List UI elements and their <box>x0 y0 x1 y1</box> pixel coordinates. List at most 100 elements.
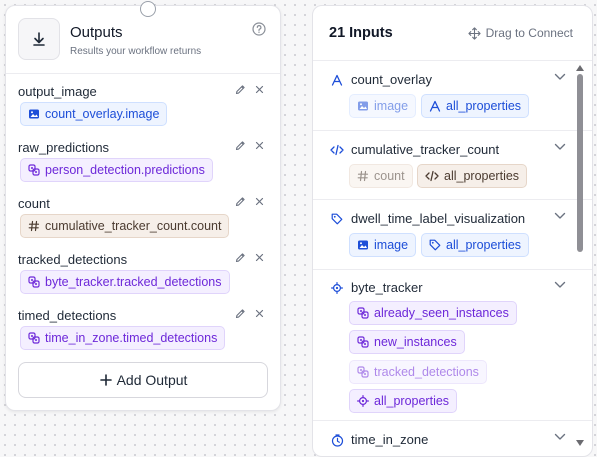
close-icon[interactable] <box>255 141 264 150</box>
chevron-down-icon[interactable] <box>554 73 566 81</box>
plus-icon <box>99 374 112 386</box>
link-icon <box>357 336 369 348</box>
input-property-chip[interactable]: image <box>349 233 417 257</box>
input-group-name: byte_tracker <box>351 280 423 295</box>
scrollbar-thumb[interactable] <box>577 74 583 252</box>
link-icon <box>28 332 40 344</box>
output-name: tracked_detections <box>18 252 128 267</box>
group-divider <box>313 269 592 270</box>
image-icon <box>28 108 40 120</box>
output-name: output_image <box>18 84 97 99</box>
target-icon <box>329 280 345 296</box>
input-property-label: tracked_detections <box>374 365 479 379</box>
input-property-chip[interactable]: already_seen_instances <box>349 301 517 325</box>
input-group-header[interactable]: dwell_time_label_visualization <box>329 209 566 229</box>
output-actions <box>235 196 264 207</box>
output-source-chip[interactable]: time_in_zone.timed_detections <box>20 326 226 350</box>
drag-hint-label: Drag to Connect <box>485 26 573 40</box>
add-output-button[interactable]: Add Output <box>18 362 268 398</box>
output-actions <box>235 252 264 263</box>
edit-icon[interactable] <box>235 84 246 95</box>
input-property-chip[interactable]: tracked_detections <box>349 360 487 384</box>
inputs-title: 21 Inputs <box>329 25 393 41</box>
output-source-label: person_detection.predictions <box>45 163 205 177</box>
input-property-chip[interactable]: count <box>349 164 413 188</box>
inputs-panel: 21 Inputs Drag to Connect count_overlayi… <box>312 5 593 457</box>
tag-icon <box>329 211 345 227</box>
input-group-header[interactable]: cumulative_tracker_count <box>329 140 566 160</box>
output-source-label: byte_tracker.tracked_detections <box>45 275 222 289</box>
input-property-chip[interactable]: image <box>349 94 417 118</box>
header-divider <box>6 73 280 74</box>
input-property-chip[interactable]: all_properties <box>349 389 458 413</box>
group-divider <box>313 420 592 421</box>
code-icon <box>329 142 345 158</box>
edit-icon[interactable] <box>235 140 246 151</box>
timer-icon <box>329 432 345 448</box>
output-source-chip[interactable]: byte_tracker.tracked_detections <box>20 270 230 294</box>
input-group-header[interactable]: time_in_zone <box>329 430 566 450</box>
outputs-title: Outputs <box>70 24 123 41</box>
link-icon <box>28 164 40 176</box>
output-item: tracked_detections byte_tracker.tracked_d… <box>18 252 268 304</box>
input-property-chip[interactable]: new_instances <box>349 330 465 354</box>
input-property-label: new_instances <box>374 335 457 349</box>
input-property-label: all_properties <box>446 238 522 252</box>
group-divider <box>313 199 592 200</box>
input-group-name: dwell_time_label_visualization <box>351 211 526 226</box>
add-output-label: Add Output <box>116 372 188 388</box>
input-group-header[interactable]: count_overlay <box>329 70 566 90</box>
output-item: raw_predictions person_detection.predicti… <box>18 140 268 192</box>
input-property-label: all_properties <box>374 394 450 408</box>
input-property-chip[interactable]: all_properties <box>417 164 528 188</box>
input-property-label: all_properties <box>446 99 522 113</box>
input-group-name: cumulative_tracker_count <box>351 142 500 157</box>
output-source-label: cumulative_tracker_count.count <box>45 219 222 233</box>
input-connector-handle[interactable] <box>140 1 156 17</box>
output-name: timed_detections <box>18 308 117 323</box>
output-actions <box>235 140 264 151</box>
close-icon[interactable] <box>255 309 264 318</box>
output-source-chip[interactable]: person_detection.predictions <box>20 158 213 182</box>
output-source-label: count_overlay.image <box>45 107 160 121</box>
close-icon[interactable] <box>255 197 264 206</box>
edit-icon[interactable] <box>235 196 246 207</box>
output-actions <box>235 84 264 95</box>
input-group-name: time_in_zone <box>351 432 429 447</box>
chevron-down-icon[interactable] <box>554 143 566 151</box>
output-source-chip[interactable]: cumulative_tracker_count.count <box>20 214 230 238</box>
chevron-down-icon[interactable] <box>554 281 566 289</box>
output-item: count cumulative_tracker_count.count <box>18 196 268 248</box>
edit-icon[interactable] <box>235 308 246 319</box>
chevron-down-icon[interactable] <box>554 212 566 220</box>
input-property-label: image <box>374 238 409 252</box>
input-group-name: count_overlay <box>351 72 432 87</box>
image-icon <box>357 100 369 112</box>
input-group-header[interactable]: byte_tracker <box>329 278 566 298</box>
outputs-subtitle: Results your workflow returns <box>70 46 202 57</box>
output-source-label: time_in_zone.timed_detections <box>45 331 218 345</box>
target-icon <box>357 395 369 407</box>
outputs-header: Outputs Results your workflow returns <box>18 18 268 62</box>
link-icon <box>28 276 40 288</box>
close-icon[interactable] <box>255 253 264 262</box>
chevron-down-icon[interactable] <box>554 433 566 441</box>
output-source-chip[interactable]: count_overlay.image <box>20 102 168 126</box>
title-divider <box>313 60 592 61</box>
code-icon <box>425 170 439 182</box>
link-icon <box>357 366 369 378</box>
move-icon <box>467 26 481 40</box>
close-icon[interactable] <box>255 85 264 94</box>
hash-icon <box>357 170 369 182</box>
output-item: timed_detections time_in_zone.timed_detec… <box>18 308 268 360</box>
input-property-chip[interactable]: all_properties <box>421 94 530 118</box>
input-property-chip[interactable]: all_properties <box>421 233 530 257</box>
input-property-label: count <box>374 169 405 183</box>
text-icon <box>329 72 345 88</box>
scroll-down-arrow[interactable] <box>576 440 584 446</box>
help-icon[interactable] <box>252 22 266 36</box>
output-arrow-icon <box>18 18 60 60</box>
scroll-up-arrow[interactable] <box>576 65 584 71</box>
edit-icon[interactable] <box>235 252 246 263</box>
hash-icon <box>28 220 40 232</box>
